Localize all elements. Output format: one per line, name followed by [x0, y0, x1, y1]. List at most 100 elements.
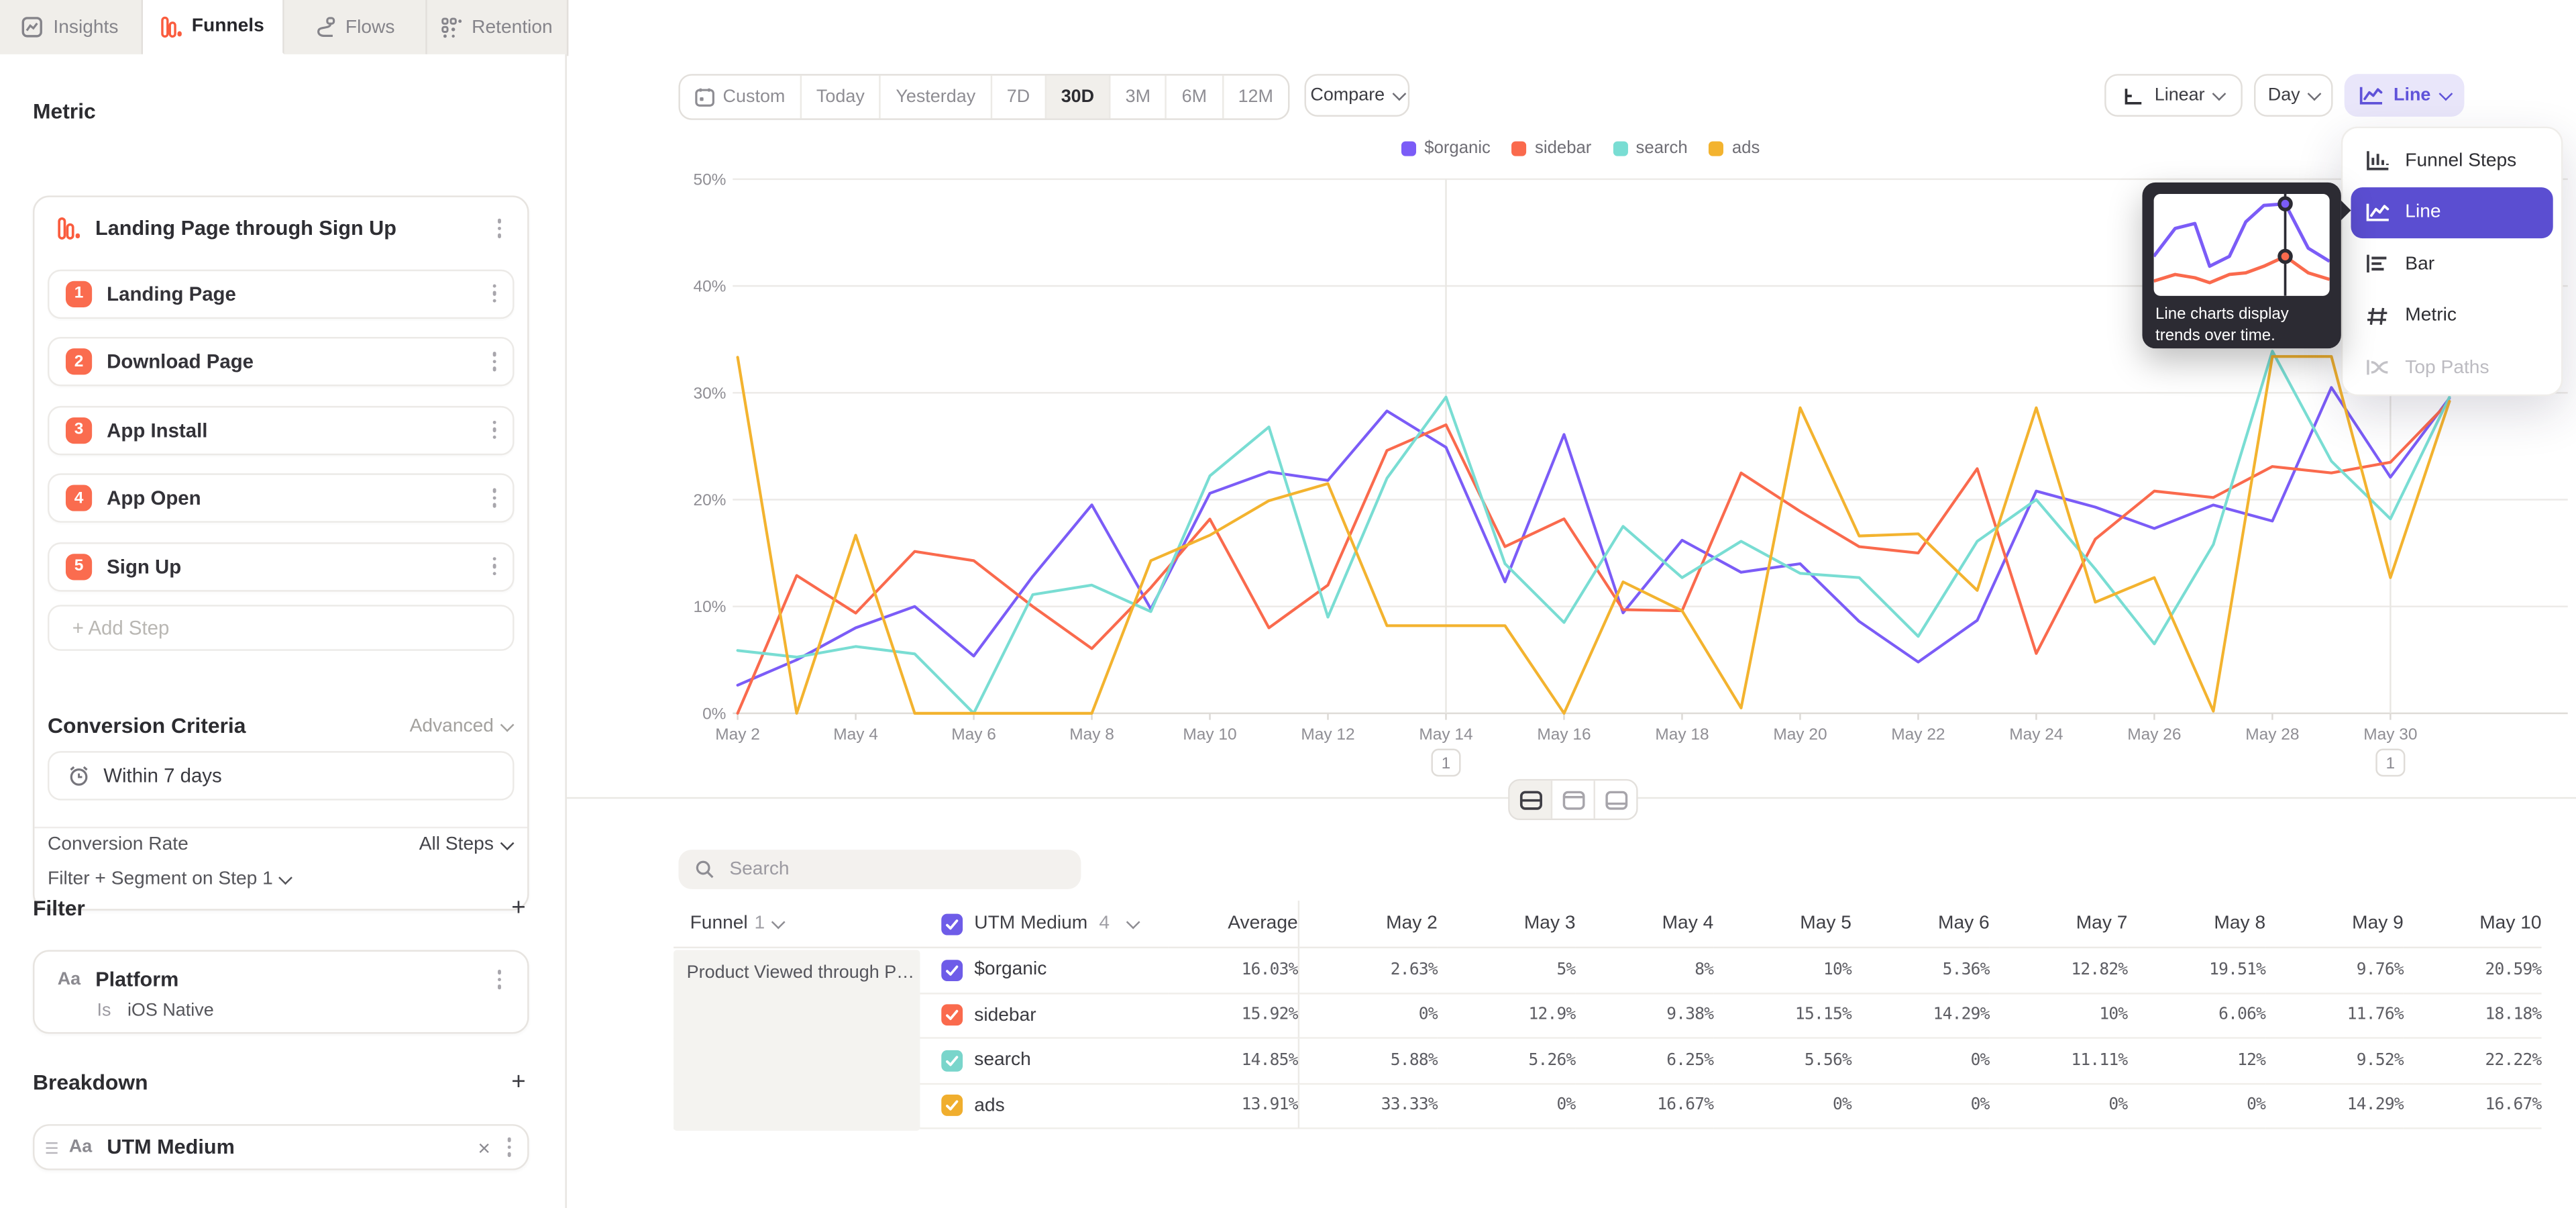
filter-operator[interactable]: Is	[97, 1001, 111, 1020]
column-header-may-10[interactable]: May 10	[2404, 901, 2542, 948]
breakdown-kebab-menu[interactable]	[500, 1131, 518, 1164]
step-kebab-menu[interactable]	[476, 277, 513, 309]
layout-table-only-button[interactable]	[1595, 781, 1636, 818]
advanced-dropdown[interactable]: Advanced	[410, 716, 511, 736]
tab-flows[interactable]: Flows	[284, 0, 427, 54]
range-3m[interactable]: 3M	[1111, 76, 1167, 119]
breakdown-column-header[interactable]: UTM Medium4	[920, 901, 1168, 948]
funnel-kebab-menu[interactable]	[480, 212, 517, 244]
funnel-step-download-page[interactable]: 2 Download Page	[48, 337, 515, 386]
annotation-badge[interactable]: 1	[1432, 750, 1460, 776]
funnel-step-app-open[interactable]: 4 App Open	[48, 473, 515, 522]
column-header-may-8[interactable]: May 8	[2127, 901, 2265, 948]
series-checkbox[interactable]	[941, 960, 963, 981]
funnel-step-app-install[interactable]: 3 App Install	[48, 405, 515, 454]
column-header-may-7[interactable]: May 7	[1990, 901, 2128, 948]
value-cell: 5.88%	[1299, 1039, 1438, 1084]
add-step-label: + Add Step	[72, 616, 170, 639]
menu-item-bar[interactable]: Bar	[2351, 238, 2553, 290]
value-cell: 14.29%	[2265, 1084, 2404, 1129]
add-step-button[interactable]: + Add Step	[48, 605, 515, 651]
column-header-may-4[interactable]: May 4	[1576, 901, 1714, 948]
granularity-dropdown[interactable]: Day	[2254, 74, 2333, 117]
breakdown-property[interactable]: UTM Medium	[107, 1136, 468, 1158]
step-number-badge: 5	[66, 553, 92, 579]
range-7d[interactable]: 7D	[992, 76, 1046, 119]
range-12m[interactable]: 12M	[1224, 76, 1289, 119]
x-axis-label: May 16	[1537, 725, 1591, 744]
series-checkbox[interactable]	[941, 1005, 963, 1026]
tab-label: Insights	[53, 17, 118, 37]
legend-item-organic[interactable]: $organic	[1401, 138, 1491, 158]
tab-label: Funnels	[192, 16, 264, 36]
clock-icon	[67, 764, 90, 787]
series-checkbox[interactable]	[941, 1095, 963, 1117]
legend-item-search[interactable]: search	[1613, 138, 1687, 158]
column-header-may-2[interactable]: May 2	[1299, 901, 1438, 948]
series-checkbox[interactable]	[941, 1050, 963, 1071]
funnel-cell[interactable]: Product Viewed through P…	[674, 950, 920, 1131]
add-breakdown-button[interactable]: +	[511, 1068, 525, 1097]
menu-item-line[interactable]: Line	[2351, 187, 2553, 238]
step-kebab-menu[interactable]	[476, 550, 513, 583]
menu-item-funnel-steps[interactable]: Funnel Steps	[2351, 135, 2553, 187]
tab-funnels[interactable]: Funnels	[142, 0, 284, 54]
filter-segment-dropdown[interactable]: Filter + Segment on Step 1	[48, 870, 290, 889]
range-30d[interactable]: 30D	[1046, 76, 1111, 119]
range-yesterday[interactable]: Yesterday	[881, 76, 991, 119]
layout-chart-only-button[interactable]	[1552, 781, 1595, 818]
column-header-may-3[interactable]: May 3	[1438, 901, 1576, 948]
add-filter-button[interactable]: +	[511, 894, 525, 922]
breakdown-table: Funnel1 UTM Medium4AverageMay 2May 3May …	[674, 901, 2541, 1129]
value-cell: 0%	[2127, 1084, 2265, 1129]
series-label: ads	[974, 1096, 1004, 1115]
value-cell: 5.36%	[1851, 948, 1990, 993]
tooltip-text: Line charts display trends over time.	[2155, 306, 2332, 347]
tab-retention[interactable]: Retention	[427, 0, 569, 54]
chart-type-dropdown[interactable]: Line	[2345, 74, 2465, 117]
menu-item-metric[interactable]: Metric	[2351, 290, 2553, 342]
range-today[interactable]: Today	[802, 76, 881, 119]
column-header-may-5[interactable]: May 5	[1713, 901, 1851, 948]
filter-kebab-menu[interactable]	[480, 963, 517, 995]
step-kebab-menu[interactable]	[476, 414, 513, 446]
series-checkbox[interactable]	[941, 913, 963, 934]
filter-value[interactable]: iOS Native	[127, 1001, 214, 1020]
drag-handle-icon[interactable]	[46, 1142, 58, 1153]
funnel-column-header[interactable]: Funnel1	[674, 901, 920, 948]
step-number-badge: 4	[66, 485, 92, 511]
compare-button[interactable]: Compare	[1304, 74, 1409, 117]
value-cell: 16.67%	[1576, 1084, 1714, 1129]
tab-insights[interactable]: Insights	[0, 0, 142, 54]
annotation-badge[interactable]: 1	[2377, 750, 2405, 776]
legend-item-ads[interactable]: ads	[1709, 138, 1760, 158]
layout-split-button[interactable]	[1510, 781, 1553, 818]
remove-breakdown-icon[interactable]: ×	[468, 1135, 500, 1160]
step-kebab-menu[interactable]	[476, 482, 513, 514]
value-cell: 8%	[1576, 948, 1714, 993]
table-row-organic: $organic16.03%2.63%5%8%10%5.36%12.82%19.…	[674, 948, 2541, 993]
legend-item-sidebar[interactable]: sidebar	[1512, 138, 1592, 158]
step-kebab-menu[interactable]	[476, 346, 513, 378]
series-line-ads	[738, 356, 2450, 713]
series-label-cell: sidebar	[920, 993, 1168, 1038]
line-chart-icon	[2359, 85, 2384, 105]
conversion-window-button[interactable]: Within 7 days	[48, 751, 515, 800]
table-row-ads: ads13.91%33.33%0%16.67%0%0%0%0%14.29%16.…	[674, 1084, 2541, 1129]
filter-property[interactable]: Platform	[95, 968, 480, 991]
x-axis-label: May 4	[833, 725, 878, 744]
search-input[interactable]	[726, 858, 1064, 880]
conversion-rate-dropdown[interactable]: All Steps	[419, 835, 511, 854]
funnel-step-sign-up[interactable]: 5 Sign Up	[48, 542, 515, 591]
funnel-step-landing-page[interactable]: 1 Landing Page	[48, 268, 515, 317]
y-axis-label: 0%	[702, 705, 726, 723]
column-header-may-6[interactable]: May 6	[1851, 901, 1990, 948]
x-axis-label: May 14	[1419, 725, 1472, 744]
filter-heading: Filter	[33, 896, 511, 921]
column-header-average[interactable]: Average	[1168, 901, 1299, 948]
column-header-may-9[interactable]: May 9	[2265, 901, 2404, 948]
series-label-cell: $organic	[920, 948, 1168, 993]
scale-dropdown[interactable]: Linear	[2104, 74, 2243, 117]
range-custom[interactable]: Custom	[680, 76, 802, 119]
range-6m[interactable]: 6M	[1167, 76, 1224, 119]
